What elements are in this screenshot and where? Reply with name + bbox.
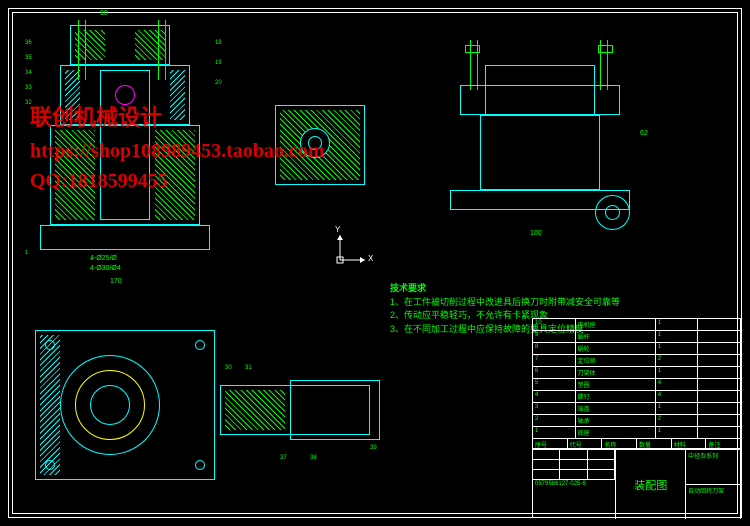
notes-title: 技术要求 (390, 282, 620, 296)
side-view: 62 100 (450, 30, 660, 250)
ref-31: 31 (245, 365, 252, 371)
ref-19: 19 (215, 60, 222, 66)
tb-hdr-no: 序号 (533, 439, 568, 448)
ref-34: 34 (25, 70, 32, 76)
tb-hdr-mat: 材料 (672, 439, 707, 448)
tb-number: 0579586127-025-6 (533, 480, 615, 488)
dim-100: 100 (530, 230, 542, 237)
tb-hdr-code: 代号 (568, 439, 603, 448)
tb-hdr-name: 名称 (602, 439, 637, 448)
ref-18: 18 (215, 40, 222, 46)
ref-36: 36 (25, 40, 32, 46)
dim-170: 170 (110, 278, 122, 285)
ref-35: 35 (25, 55, 32, 61)
ref-37: 37 (280, 455, 287, 461)
drawing-name: 装配图 (616, 450, 685, 519)
ref-38: 38 (310, 455, 317, 461)
ucs-icon: X Y (330, 230, 370, 275)
dim-hole2: 4-Ø30/Ø4 (90, 265, 121, 272)
dim-90: 90 (100, 10, 108, 17)
watermark-company: 联创机械设计 (30, 100, 162, 132)
dim-62: 62 (640, 130, 648, 137)
watermark-qq: QQ:1818599455 (30, 170, 168, 193)
dim-hole1: 4-Ø25/Ø (90, 255, 117, 262)
cad-canvas: 36 35 34 33 32 1 18 19 20 90 4-Ø25/Ø 4-Ø… (0, 0, 750, 526)
notes-line1: 1、在工件被切削过程中改进具后换刀时附带减安全可靠等 (390, 296, 620, 310)
ref-1: 1 (25, 250, 28, 256)
watermark-url: https://shop108989453.taobao.com (30, 140, 324, 163)
drawing-code: 自动回转刀架 (686, 485, 741, 519)
ref-20: 20 (215, 80, 222, 86)
ucs-x: X (368, 254, 373, 263)
tb-hdr-rmk: 备注 (706, 439, 741, 448)
ref-30: 30 (225, 365, 232, 371)
tb-hdr-qty: 数量 (637, 439, 672, 448)
title-block: 10电机座1 9蜗杆1 8蜗轮1 7定位销2 6刀架体1 5垫圈4 4螺钉4 3… (532, 318, 742, 518)
ref-33: 33 (25, 85, 32, 91)
plan-view: 30 31 39 38 37 (30, 325, 380, 495)
tb-project: 中径及系列 (686, 450, 741, 485)
ucs-y: Y (335, 225, 340, 234)
ref-39: 39 (370, 445, 377, 451)
